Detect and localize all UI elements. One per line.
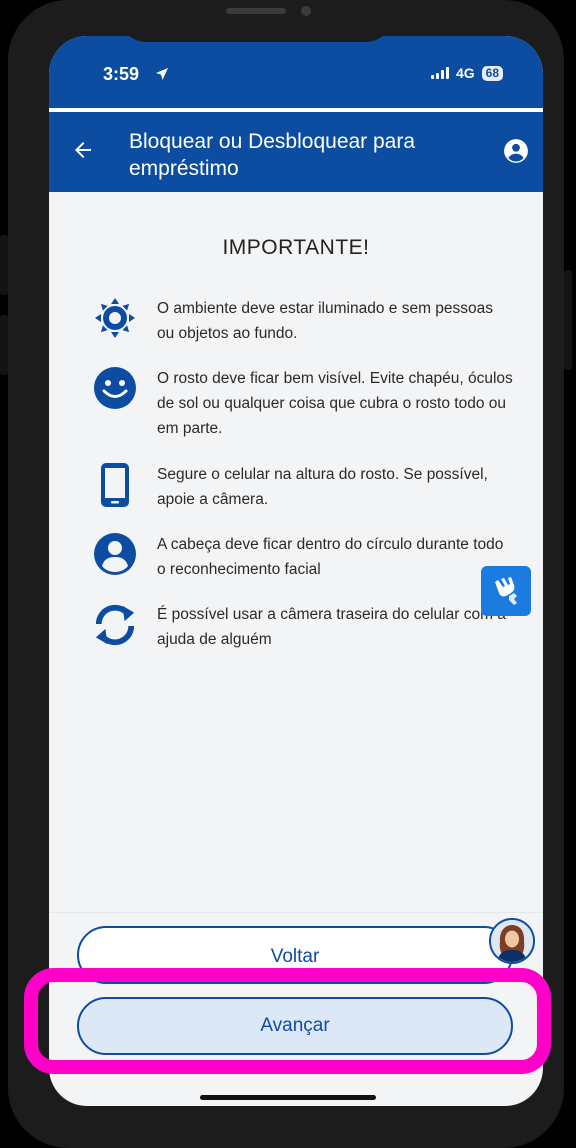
smartphone-icon <box>101 463 129 507</box>
item-text: Segure o celular na altura do rosto. Se … <box>157 466 488 508</box>
location-arrow-icon <box>156 68 168 80</box>
screen: 3:59 4G 68 Bloquear ou Desbloquear para … <box>49 36 543 1106</box>
sun-icon <box>95 298 135 338</box>
app-bar: Bloquear ou Desbloquear para empréstimo <box>49 112 543 192</box>
list-item: Segure o celular na altura do rosto. Se … <box>93 462 513 512</box>
camera-switch-icon <box>95 604 135 646</box>
list-item: O rosto deve ficar bem visível. Evite ch… <box>93 366 513 441</box>
smiley-icon <box>94 367 136 409</box>
assistant-avatar[interactable] <box>489 918 535 964</box>
network-type: 4G <box>455 65 475 81</box>
person-circle-icon <box>94 533 136 575</box>
front-camera <box>301 6 311 16</box>
item-text: A cabeça deve ficar dentro do círculo du… <box>157 536 504 578</box>
home-indicator <box>200 1095 376 1100</box>
signal-bars-icon <box>430 67 449 79</box>
volume-down-button <box>0 315 8 375</box>
status-bar: 3:59 4G 68 <box>49 36 543 108</box>
footer-divider <box>49 912 543 913</box>
back-arrow-icon[interactable] <box>71 138 95 162</box>
list-item: A cabeça deve ficar dentro do círculo du… <box>93 532 513 582</box>
page-title: Bloquear ou Desbloquear para empréstimo <box>129 130 416 180</box>
phone-notch <box>120 0 392 42</box>
speaker-grille <box>226 8 286 14</box>
section-heading: IMPORTANTE! <box>222 236 370 259</box>
item-text: O ambiente deve estar iluminado e sem pe… <box>157 300 494 342</box>
sign-language-icon <box>495 577 517 605</box>
list-item: O ambiente deve estar iluminado e sem pe… <box>93 296 513 346</box>
list-item: É possível usar a câmera traseira do cel… <box>93 602 513 652</box>
next-button-highlight <box>24 968 551 1074</box>
status-time: 3:59 <box>103 64 140 84</box>
item-text: É possível usar a câmera traseira do cel… <box>157 606 506 648</box>
power-button <box>564 270 572 370</box>
assistant-avatar-icon <box>491 920 533 962</box>
account-icon[interactable] <box>503 138 529 164</box>
battery-level: 68 <box>481 65 503 81</box>
volume-up-button <box>0 235 8 295</box>
status-indicators: 4G 68 <box>430 65 503 81</box>
item-text: O rosto deve ficar bem visível. Evite ch… <box>157 370 513 437</box>
libras-accessibility-button[interactable] <box>481 566 531 616</box>
